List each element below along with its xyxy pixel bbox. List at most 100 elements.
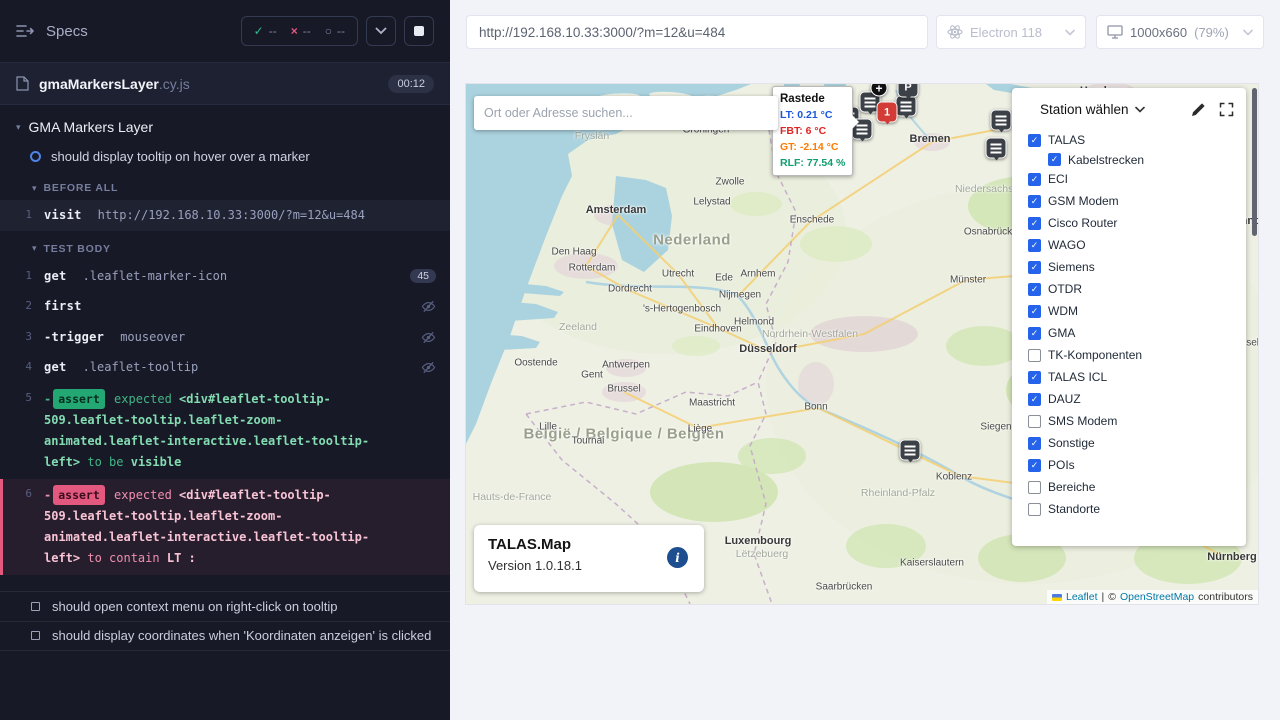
pending-icon: ○ bbox=[325, 24, 332, 38]
station-glyph bbox=[996, 115, 1007, 125]
attribution-copy: © bbox=[1108, 591, 1116, 603]
checkbox[interactable] bbox=[1028, 415, 1041, 428]
hidden-element-eye-icon bbox=[421, 330, 436, 345]
map-place-label: Ede bbox=[715, 273, 733, 284]
checkbox[interactable]: ✓ bbox=[1028, 371, 1041, 384]
osm-link[interactable]: OpenStreetMap bbox=[1120, 591, 1194, 603]
chevron-down-icon[interactable] bbox=[1135, 106, 1145, 113]
checkbox[interactable]: ✓ bbox=[1028, 327, 1041, 340]
station-filter-item[interactable]: TK-Komponenten bbox=[1012, 344, 1246, 366]
chevron-down-icon bbox=[1065, 29, 1075, 36]
viewport-picker[interactable]: 1000x660 (79%) bbox=[1096, 15, 1264, 49]
checkbox[interactable]: ✓ bbox=[1028, 239, 1041, 252]
checkbox[interactable]: ✓ bbox=[1028, 305, 1041, 318]
map-place-label: Brussel bbox=[607, 384, 640, 395]
stat-pending: ○-- bbox=[325, 24, 345, 38]
map-search[interactable] bbox=[474, 96, 778, 130]
test-body-list: 1get.leaflet-marker-icon452first3-trigge… bbox=[0, 261, 450, 575]
station-filter-item[interactable]: ✓ECI bbox=[1012, 168, 1246, 190]
station-filter-item[interactable]: ✓ DAUZ bbox=[1012, 388, 1246, 410]
collapsed-test-row[interactable]: should display coordinates when 'Koordin… bbox=[0, 621, 450, 651]
checkbox[interactable]: ✓ bbox=[1028, 283, 1041, 296]
command-row[interactable]: 3-triggermouseover bbox=[0, 322, 450, 353]
test-state-icon bbox=[31, 631, 40, 640]
info-icon[interactable]: i bbox=[667, 547, 688, 568]
map-place-label: Oostende bbox=[514, 358, 557, 369]
stage-topbar: Electron 118 1000x660 (79%) bbox=[450, 0, 1280, 64]
station-filter-item[interactable]: ✓OTDR bbox=[1012, 278, 1246, 300]
station-filter-label: GSM Modem bbox=[1048, 194, 1119, 208]
station-filter-label: Cisco Router bbox=[1048, 216, 1117, 230]
tooltip-rows: LT: 0.21 °CFBT: 6 °CGT: -2.14 °CRLF: 77.… bbox=[780, 108, 845, 171]
map-scrollbar[interactable] bbox=[1252, 88, 1257, 236]
map-place-label: Amsterdam bbox=[586, 204, 647, 216]
station-filter-item[interactable]: ✓WDM bbox=[1012, 300, 1246, 322]
checkbox[interactable] bbox=[1028, 481, 1041, 494]
map-marker-station[interactable] bbox=[900, 440, 921, 461]
viewport-size: 1000x660 bbox=[1130, 25, 1187, 40]
station-select-label[interactable]: Station wählen bbox=[1040, 102, 1129, 117]
checkbox[interactable]: ✓ bbox=[1028, 134, 1041, 147]
station-filter-item[interactable]: ✓GMA bbox=[1012, 322, 1246, 344]
command-row[interactable]: 1get.leaflet-marker-icon45 bbox=[0, 261, 450, 292]
test-body-section[interactable]: ▾ TEST BODY bbox=[0, 231, 450, 261]
edit-pencil-icon[interactable] bbox=[1191, 103, 1205, 117]
url-input[interactable] bbox=[466, 15, 928, 49]
search-input[interactable] bbox=[484, 106, 768, 120]
map-marker-alert[interactable]: 1 bbox=[877, 102, 898, 123]
station-filter-item[interactable]: ✓POIs bbox=[1012, 454, 1246, 476]
command-row[interactable]: 4get.leaflet-tooltip bbox=[0, 352, 450, 383]
assert-failed[interactable]: 6-assert expected <div#leaflet-tooltip-5… bbox=[0, 479, 450, 575]
element-count-badge: 45 bbox=[410, 269, 436, 283]
map-place-label: Lëtzebuerg bbox=[736, 548, 789, 560]
checkbox[interactable]: ✓ bbox=[1028, 437, 1041, 450]
checkbox[interactable]: ✓ bbox=[1048, 153, 1061, 166]
station-filter-label: DAUZ bbox=[1048, 392, 1081, 406]
ukraine-flag-icon bbox=[1052, 594, 1062, 601]
leaflet-link[interactable]: Leaflet bbox=[1066, 591, 1098, 603]
station-filter-item[interactable]: ✓TALAS ICL bbox=[1012, 366, 1246, 388]
tooltip-measurement: RLF: 77.54 % bbox=[780, 156, 845, 172]
checkbox[interactable]: ✓ bbox=[1028, 393, 1041, 406]
version-card: TALAS.Map Version 1.0.18.1 i bbox=[474, 525, 704, 592]
command-row[interactable]: 1visithttp://192.168.10.33:3000/?m=12&u=… bbox=[0, 200, 450, 231]
map[interactable]: LeeuwardenFryslânGroningenHamburgBremenN… bbox=[466, 84, 1258, 604]
checkbox[interactable] bbox=[1028, 349, 1041, 362]
station-filter-item[interactable]: ✓Siemens bbox=[1012, 256, 1246, 278]
station-list: ✓TALAS✓Kabelstrecken✓ECI✓GSM Modem✓Cisco… bbox=[1012, 129, 1246, 520]
station-filter-item[interactable]: ✓Sonstige bbox=[1012, 432, 1246, 454]
before-all-section[interactable]: ▾ BEFORE ALL bbox=[0, 170, 450, 200]
collapsed-test-row[interactable]: should open context menu on right-click … bbox=[0, 591, 450, 621]
station-filter-item[interactable]: ✓ Cisco Router bbox=[1012, 212, 1246, 234]
checkbox[interactable]: ✓ bbox=[1028, 261, 1041, 274]
spec-bar[interactable]: gmaMarkersLayer.cy.js 00:12 bbox=[0, 63, 450, 105]
map-marker-pmark[interactable]: P bbox=[898, 84, 919, 98]
testing-preferences-button[interactable] bbox=[366, 16, 396, 46]
checkbox[interactable]: ✓ bbox=[1028, 195, 1041, 208]
station-filter-item[interactable]: Bereiche bbox=[1012, 476, 1246, 498]
map-marker-station[interactable] bbox=[991, 110, 1012, 131]
station-filter-item[interactable]: Standorte bbox=[1012, 498, 1246, 520]
map-marker-station[interactable] bbox=[986, 138, 1007, 159]
attribution-suffix: contributors bbox=[1198, 591, 1253, 603]
stop-button[interactable] bbox=[404, 16, 434, 46]
station-filter-item[interactable]: ✓TALAS bbox=[1012, 129, 1246, 151]
station-filter-item[interactable]: ✓Kabelstrecken bbox=[1012, 151, 1246, 168]
checkbox[interactable]: ✓ bbox=[1028, 173, 1041, 186]
active-test-row[interactable]: should display tooltip on hover over a m… bbox=[0, 141, 450, 170]
before-all-list: 1visithttp://192.168.10.33:3000/?m=12&u=… bbox=[0, 200, 450, 231]
command-row[interactable]: 2first bbox=[0, 291, 450, 322]
checkbox[interactable]: ✓ bbox=[1028, 217, 1041, 230]
browser-picker[interactable]: Electron 118 bbox=[936, 15, 1086, 49]
fullscreen-icon[interactable] bbox=[1219, 102, 1234, 117]
checkbox[interactable] bbox=[1028, 503, 1041, 516]
station-filter-item[interactable]: ✓ GSM Modem bbox=[1012, 190, 1246, 212]
map-place-label: Liège bbox=[688, 424, 712, 435]
station-filter-item[interactable]: ✓WAGO bbox=[1012, 234, 1246, 256]
station-filter-item[interactable]: SMS Modem bbox=[1012, 410, 1246, 432]
specs-menu-icon[interactable] bbox=[16, 24, 34, 38]
assert-passed[interactable]: 5-assert expected <div#leaflet-tooltip-5… bbox=[0, 383, 450, 479]
suite-row[interactable]: ▾ GMA Markers Layer bbox=[0, 109, 450, 141]
checkbox[interactable]: ✓ bbox=[1028, 459, 1041, 472]
test-title: should open context menu on right-click … bbox=[52, 599, 337, 614]
